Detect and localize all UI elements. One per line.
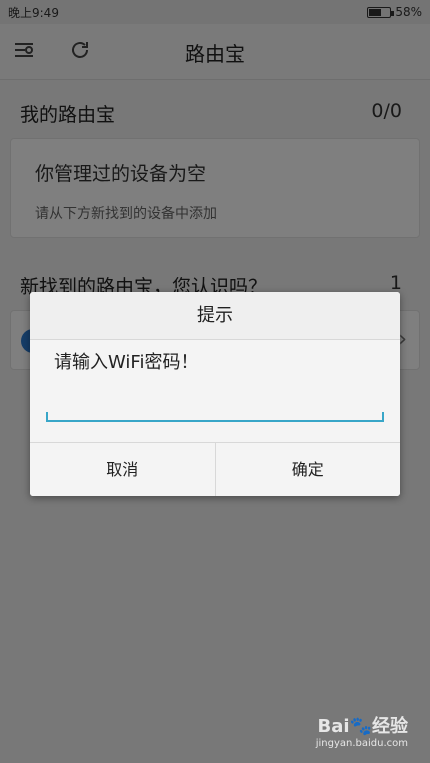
ok-button[interactable]: 确定 — [214, 443, 400, 496]
watermark-logo: Bai🐾经验 — [317, 716, 408, 737]
app-screen: 晚上9:49 58% 路由宝 我的路由宝 0/0 你管理过的设备为空 请从下方新… — [0, 0, 430, 763]
dialog-message: 请输入WiFi密码！ — [54, 352, 199, 373]
baidu-watermark: Bai🐾经验 jingyan.baidu.com — [316, 712, 408, 749]
dialog-title: 提示 — [30, 292, 400, 340]
wifi-password-dialog: 提示 请输入WiFi密码！ 取消 确定 — [30, 292, 400, 496]
input-underline-left — [46, 412, 48, 422]
wifi-password-input[interactable] — [46, 392, 384, 422]
watermark-url: jingyan.baidu.com — [315, 738, 408, 749]
dialog-buttons: 取消 确定 — [30, 442, 400, 496]
input-underline-right — [382, 412, 384, 422]
cancel-button[interactable]: 取消 — [30, 443, 215, 496]
